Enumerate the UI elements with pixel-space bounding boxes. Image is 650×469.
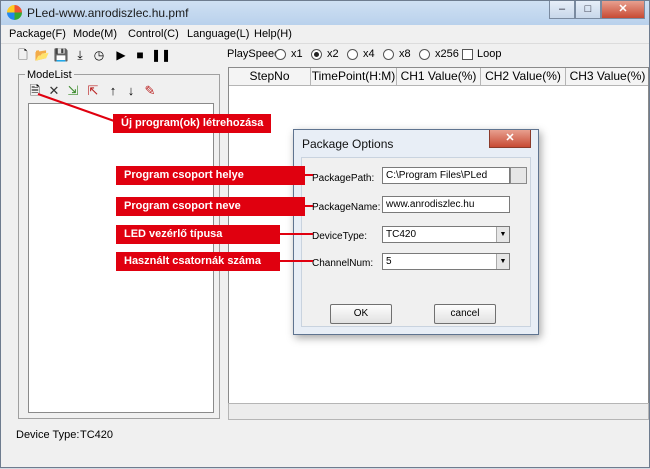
play-icon[interactable]: ▶ xyxy=(113,47,129,63)
speed-x256-radio[interactable] xyxy=(419,49,430,60)
modelist-label: ModeList xyxy=(25,69,74,81)
export-icon[interactable]: ⇱ xyxy=(85,83,101,99)
device-type-selected: TC420 xyxy=(386,229,417,240)
package-name-label: PackageName: xyxy=(312,202,381,213)
toolbar: 🗋 📂 💾 ⤓ ◷ ▶ ■ ❚❚ xyxy=(1,44,649,66)
loop-label: Loop xyxy=(477,48,502,60)
speed-x2-label: x2 xyxy=(327,48,339,60)
ok-button[interactable]: OK xyxy=(330,304,392,324)
speed-x4-label: x4 xyxy=(363,48,375,60)
timer-icon[interactable]: ◷ xyxy=(91,47,107,63)
callout-program-group-location: Program csoport helye xyxy=(116,166,305,185)
callout-led-controller-type: LED vezérlő típusa xyxy=(116,225,280,244)
cancel-button[interactable]: cancel xyxy=(434,304,496,324)
menu-package[interactable]: Package(F) xyxy=(9,28,66,40)
callout-channels-used: Használt csatornák száma xyxy=(116,252,280,271)
col-stepno[interactable]: StepNo xyxy=(229,68,311,86)
dialog-title: Package Options xyxy=(302,137,394,151)
grid-scrollbar[interactable] xyxy=(228,403,649,420)
edit-icon[interactable]: ✎ xyxy=(142,83,158,99)
package-options-dialog: Package Options ✕ PackagePath: C:\Progra… xyxy=(293,129,539,335)
close-button[interactable]: ✕ xyxy=(601,1,645,19)
callout-new-program: Új program(ok) létrehozása xyxy=(113,114,272,133)
move-down-icon[interactable]: ↓ xyxy=(123,83,139,99)
col-ch3[interactable]: CH3 Value(%) xyxy=(566,68,648,86)
speed-x8-label: x8 xyxy=(399,48,411,60)
chevron-down-icon[interactable]: ▼ xyxy=(496,254,509,269)
minimize-button[interactable]: – xyxy=(549,1,575,19)
col-ch2[interactable]: CH2 Value(%) xyxy=(481,68,566,86)
app-icon xyxy=(7,5,22,20)
download-icon[interactable]: ⤓ xyxy=(72,47,88,63)
col-timepoint[interactable]: TimePoint(H:M) xyxy=(311,68,397,86)
grid-header: StepNo TimePoint(H:M) CH1 Value(%) CH2 V… xyxy=(229,68,648,86)
device-type-value: TC420 xyxy=(80,429,114,441)
speed-x4-radio[interactable] xyxy=(347,49,358,60)
speed-x1-radio[interactable] xyxy=(275,49,286,60)
package-name-field[interactable]: www.anrodiszlec.hu xyxy=(382,196,510,213)
menu-help[interactable]: Help(H) xyxy=(254,28,292,40)
save-icon[interactable]: 💾 xyxy=(53,47,69,63)
new-icon[interactable]: 🗋 xyxy=(15,47,31,63)
delete-icon[interactable]: ✕ xyxy=(46,83,62,99)
channel-num-selected: 5 xyxy=(386,256,392,267)
dialog-body: PackagePath: C:\Program Files\PLed Packa… xyxy=(301,157,531,327)
channel-num-label: ChannelNum: xyxy=(312,258,374,269)
move-up-icon[interactable]: ↑ xyxy=(105,83,121,99)
stop-icon[interactable]: ■ xyxy=(132,47,148,63)
speed-x2-radio[interactable] xyxy=(311,49,322,60)
import-icon[interactable]: ⇲ xyxy=(65,83,81,99)
new-program-icon[interactable]: 🗎 xyxy=(27,83,43,99)
speed-x1-label: x1 xyxy=(291,48,303,60)
chevron-down-icon[interactable]: ▼ xyxy=(496,227,509,242)
menu-language[interactable]: Language(L) xyxy=(187,28,249,40)
menu-mode[interactable]: Mode(M) xyxy=(73,28,117,40)
app-window: PLed-www.anrodiszlec.hu.pmf – □ ✕ Packag… xyxy=(0,0,650,468)
browse-button[interactable] xyxy=(510,167,527,184)
pause-icon[interactable]: ❚❚ xyxy=(151,47,171,63)
window-title: PLed-www.anrodiszlec.hu.pmf xyxy=(27,6,189,20)
title-bar: PLed-www.anrodiszlec.hu.pmf – □ ✕ xyxy=(1,1,649,25)
device-type-select[interactable]: TC420 ▼ xyxy=(382,226,510,243)
speed-x8-radio[interactable] xyxy=(383,49,394,60)
channel-num-select[interactable]: 5 ▼ xyxy=(382,253,510,270)
col-ch1[interactable]: CH1 Value(%) xyxy=(397,68,481,86)
maximize-button[interactable]: □ xyxy=(575,1,601,19)
open-icon[interactable]: 📂 xyxy=(34,47,50,63)
callout-program-group-name: Program csoport neve xyxy=(116,197,305,216)
loop-checkbox[interactable] xyxy=(462,49,473,60)
dialog-close-button[interactable]: ✕ xyxy=(489,130,531,148)
device-type-label: Device Type: xyxy=(16,429,80,441)
speed-x256-label: x256 xyxy=(435,48,459,60)
menu-control[interactable]: Control(C) xyxy=(128,28,179,40)
package-path-label: PackagePath: xyxy=(312,173,375,184)
menu-bar: Package(F) Mode(M) Control(C) Language(L… xyxy=(1,25,649,44)
device-type-combo-label: DeviceType: xyxy=(312,231,368,242)
package-path-field[interactable]: C:\Program Files\PLed xyxy=(382,167,510,184)
